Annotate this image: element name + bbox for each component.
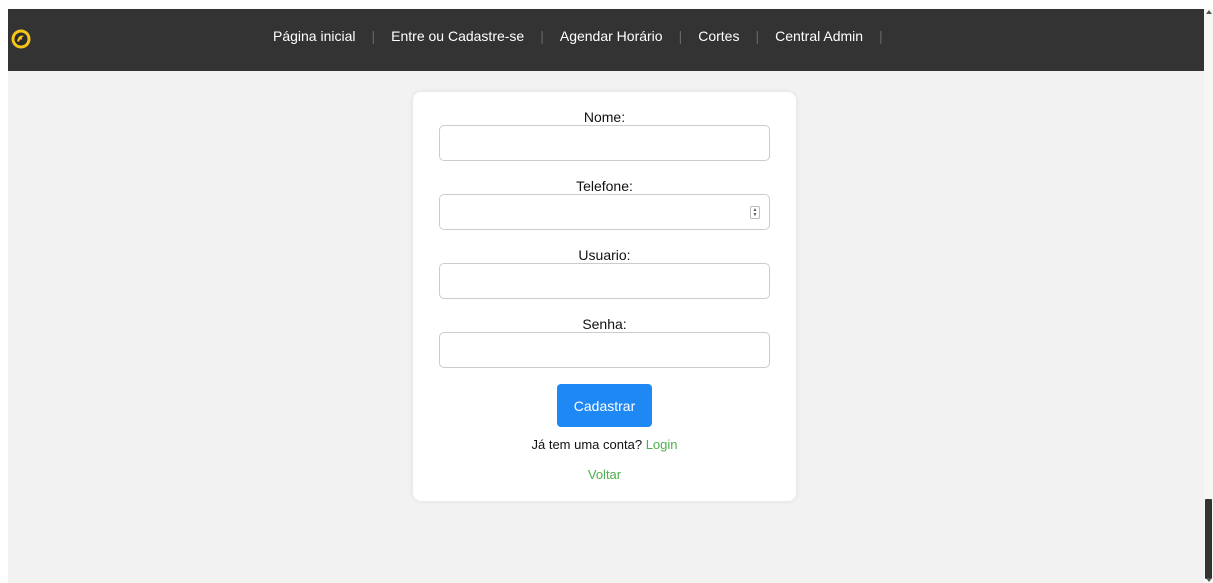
nav-separator: | xyxy=(879,28,883,44)
scroll-down-arrow-icon[interactable] xyxy=(1206,578,1212,582)
nav-separator: | xyxy=(540,28,544,44)
login-prompt-text: Já tem uma conta? xyxy=(531,437,643,452)
scroll-up-arrow-icon[interactable] xyxy=(1206,10,1212,14)
nav-separator: | xyxy=(678,28,683,44)
phone-input[interactable]: ▲ ▼ xyxy=(439,194,770,230)
password-label: Senha: xyxy=(582,316,627,332)
vertical-scrollbar[interactable] xyxy=(1204,9,1213,583)
nav-separator: | xyxy=(371,28,376,44)
nav-link-login-signup[interactable]: Entre ou Cadastre-se xyxy=(391,28,524,44)
name-label: Nome: xyxy=(583,109,626,125)
top-navbar: Página inicial | Entre ou Cadastre-se | … xyxy=(8,9,1204,71)
username-label: Usuario: xyxy=(578,247,631,263)
barber-logo-icon[interactable] xyxy=(11,29,31,49)
nav-link-schedule[interactable]: Agendar Horário xyxy=(560,28,663,44)
back-line: Voltar xyxy=(413,467,796,482)
nav-link-haircuts[interactable]: Cortes xyxy=(698,28,739,44)
login-link[interactable]: Login xyxy=(646,437,678,452)
username-input[interactable] xyxy=(439,263,770,299)
back-link[interactable]: Voltar xyxy=(588,467,621,482)
number-spinner-icon[interactable]: ▲ ▼ xyxy=(750,206,760,219)
password-input[interactable] xyxy=(439,332,770,368)
nav-link-admin[interactable]: Central Admin xyxy=(775,28,863,44)
signup-button[interactable]: Cadastrar xyxy=(557,384,652,427)
login-prompt-line: Já tem uma conta? Login xyxy=(413,437,796,452)
page-viewport: Página inicial | Entre ou Cadastre-se | … xyxy=(8,9,1204,583)
signup-form-card: Nome: Telefone: ▲ ▼ Usuario: Senha: Cadas… xyxy=(413,92,796,501)
nav-link-home[interactable]: Página inicial xyxy=(273,28,356,44)
phone-label: Telefone: xyxy=(576,178,633,194)
scroll-thumb[interactable] xyxy=(1205,499,1212,579)
name-input[interactable] xyxy=(439,125,770,161)
nav-separator: | xyxy=(755,28,760,44)
nav-links: Página inicial | Entre ou Cadastre-se | … xyxy=(273,9,899,67)
